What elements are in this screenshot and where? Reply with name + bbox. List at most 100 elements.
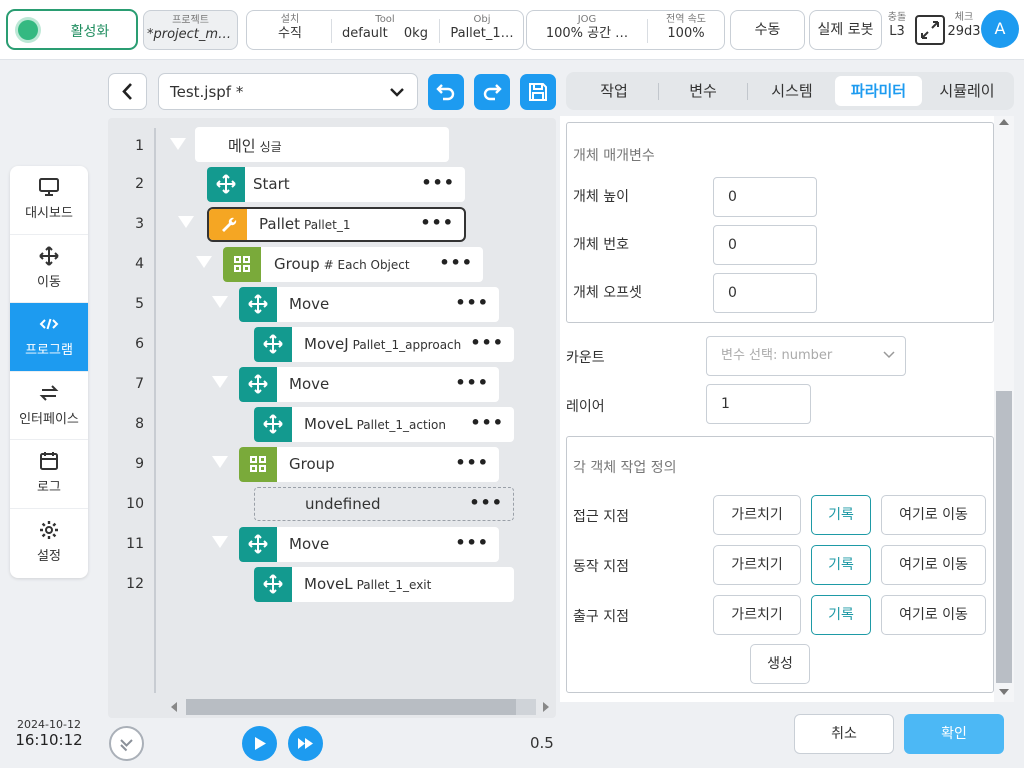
more-icon[interactable]: •••	[439, 253, 473, 272]
tree-node-group[interactable]: Group •••	[239, 447, 499, 482]
collapse-toggle[interactable]	[196, 256, 212, 268]
node-label: Pallet	[259, 215, 301, 233]
scroll-down-icon[interactable]	[994, 686, 1014, 698]
tree-node-movel[interactable]: MoveL Pallet_1_exit	[254, 567, 514, 602]
object-number-input[interactable]: 0	[713, 225, 817, 265]
line-number: 5	[135, 296, 144, 312]
project-selector[interactable]: 프로젝트 *project_mo…	[143, 10, 238, 50]
approach-teach-button[interactable]: 가르치기	[713, 495, 801, 535]
approach-move-here-button[interactable]: 여기로 이동	[881, 495, 986, 535]
node-label: Move	[289, 375, 330, 393]
line-number: 1	[135, 138, 144, 154]
tree-node-move[interactable]: Move •••	[239, 287, 499, 322]
sidebar-item-move[interactable]: 이동	[10, 235, 88, 304]
more-icon[interactable]: •••	[455, 453, 489, 472]
tree-node-group[interactable]: Group # Each Object •••	[223, 247, 483, 282]
real-robot-button[interactable]: 실제 로봇	[809, 10, 882, 50]
collision-level[interactable]: 충돌 L3	[884, 12, 910, 39]
tree-node-main[interactable]: 메인 싱글	[195, 127, 449, 162]
activate-label: 활성화	[70, 24, 110, 40]
confirm-button[interactable]: 확인	[904, 714, 1004, 754]
count-variable-select[interactable]: 변수 선택: number	[706, 336, 906, 376]
stop-button[interactable]	[109, 726, 144, 761]
redo-button[interactable]	[474, 74, 510, 110]
exit-move-here-button[interactable]: 여기로 이동	[881, 595, 986, 635]
vertical-scrollbar[interactable]	[994, 116, 1014, 702]
sidebar-item-dashboard[interactable]: 대시보드	[10, 166, 88, 235]
undo-button[interactable]	[428, 74, 464, 110]
tab-variables[interactable]: 변수	[658, 76, 748, 106]
scrollbar-thumb[interactable]	[996, 391, 1012, 683]
file-selector[interactable]: Test.jspf *	[158, 73, 418, 110]
expand-icon[interactable]	[914, 14, 946, 46]
program-tree[interactable]: 1 2 3 4 5 6 7 8 9 10 11 12 메인 싱글 Start ••…	[108, 118, 556, 718]
layer-input[interactable]: 1	[706, 384, 811, 424]
sidebar-item-interface[interactable]: 인터페이스	[10, 372, 88, 441]
exit-record-button[interactable]: 기록	[811, 595, 871, 635]
tab-task[interactable]: 작업	[566, 76, 662, 106]
approach-record-button[interactable]: 기록	[811, 495, 871, 535]
tree-node-movej[interactable]: MoveJ Pallet_1_approach •••	[254, 327, 514, 362]
tree-node-pallet[interactable]: Pallet Pallet_1 •••	[207, 207, 466, 242]
play-icon	[255, 737, 266, 750]
swap-icon	[39, 385, 59, 401]
action-teach-button[interactable]: 가르치기	[713, 545, 801, 585]
tab-system[interactable]: 시스템	[748, 76, 836, 106]
more-icon[interactable]: •••	[470, 333, 504, 352]
object-height-input[interactable]: 0	[713, 177, 817, 217]
sidebar-item-program[interactable]: 프로그램	[10, 303, 88, 372]
exit-label: 출구 지점	[573, 609, 629, 625]
play-button[interactable]	[242, 726, 277, 761]
tree-node-undefined[interactable]: undefined •••	[254, 487, 514, 521]
avatar[interactable]: A	[981, 10, 1019, 48]
generate-button[interactable]: 생성	[750, 644, 810, 684]
line-number: 2	[135, 176, 144, 192]
collapse-toggle[interactable]	[212, 456, 228, 468]
more-icon[interactable]: •••	[455, 533, 489, 552]
fast-forward-button[interactable]	[288, 726, 323, 761]
tree-node-start[interactable]: Start •••	[207, 167, 465, 202]
tree-node-movel[interactable]: MoveL Pallet_1_action •••	[254, 407, 514, 442]
sidebar-item-label: 설정	[37, 548, 61, 564]
tab-simulation[interactable]: 시뮬레이	[924, 76, 1010, 106]
object-offset-input[interactable]: 0	[713, 273, 817, 313]
save-button[interactable]	[520, 74, 556, 110]
more-icon[interactable]: •••	[421, 173, 455, 192]
more-icon[interactable]: •••	[469, 493, 503, 512]
horizontal-scrollbar[interactable]	[168, 699, 554, 715]
scroll-up-icon[interactable]	[994, 116, 1014, 128]
parameters-panel: 개체 매개변수 개체 높이 0 개체 번호 0 개체 오프셋 0 카운트 변수 …	[560, 116, 1014, 702]
collapse-toggle[interactable]	[212, 536, 228, 548]
tab-parameters[interactable]: 파라미터	[835, 76, 922, 106]
more-icon[interactable]: •••	[420, 213, 454, 232]
panel-tabs: 작업 변수 시스템 파라미터 시뮬레이	[566, 72, 1014, 110]
collapse-toggle[interactable]	[212, 296, 228, 308]
collapse-toggle[interactable]	[212, 376, 228, 388]
cancel-button[interactable]: 취소	[794, 714, 894, 754]
move-icon	[216, 174, 236, 194]
activate-button[interactable]: 활성화	[6, 9, 138, 50]
more-icon[interactable]: •••	[455, 373, 489, 392]
scroll-left-icon[interactable]	[168, 699, 180, 715]
action-record-button[interactable]: 기록	[811, 545, 871, 585]
collapse-toggle[interactable]	[178, 216, 194, 228]
scroll-right-icon[interactable]	[540, 699, 552, 715]
count-label: 카운트	[566, 350, 605, 366]
manual-mode-button[interactable]: 수동	[730, 10, 805, 50]
more-icon[interactable]: •••	[470, 413, 504, 432]
date-text: 2024-10-12	[17, 718, 81, 731]
sidebar-item-log[interactable]: 로그	[10, 440, 88, 509]
sidebar-item-label: 대시보드	[25, 206, 73, 221]
scrollbar-thumb[interactable]	[186, 699, 516, 715]
tree-node-move[interactable]: Move •••	[239, 367, 499, 402]
action-move-here-button[interactable]: 여기로 이동	[881, 545, 986, 585]
jog-speed-panel[interactable]: JOG 100% 공간 … 전역 속도 100%	[526, 10, 725, 50]
back-button[interactable]	[108, 73, 147, 110]
tree-node-move[interactable]: Move •••	[239, 527, 499, 562]
sidebar-item-label: 이동	[37, 274, 61, 290]
collapse-toggle[interactable]	[170, 138, 186, 150]
more-icon[interactable]: •••	[455, 293, 489, 312]
exit-teach-button[interactable]: 가르치기	[713, 595, 801, 635]
robot-info-panel[interactable]: 설치 수직 Tool default 0kg Obj Pallet_1…	[246, 10, 524, 50]
sidebar-item-settings[interactable]: 설정	[10, 509, 88, 578]
